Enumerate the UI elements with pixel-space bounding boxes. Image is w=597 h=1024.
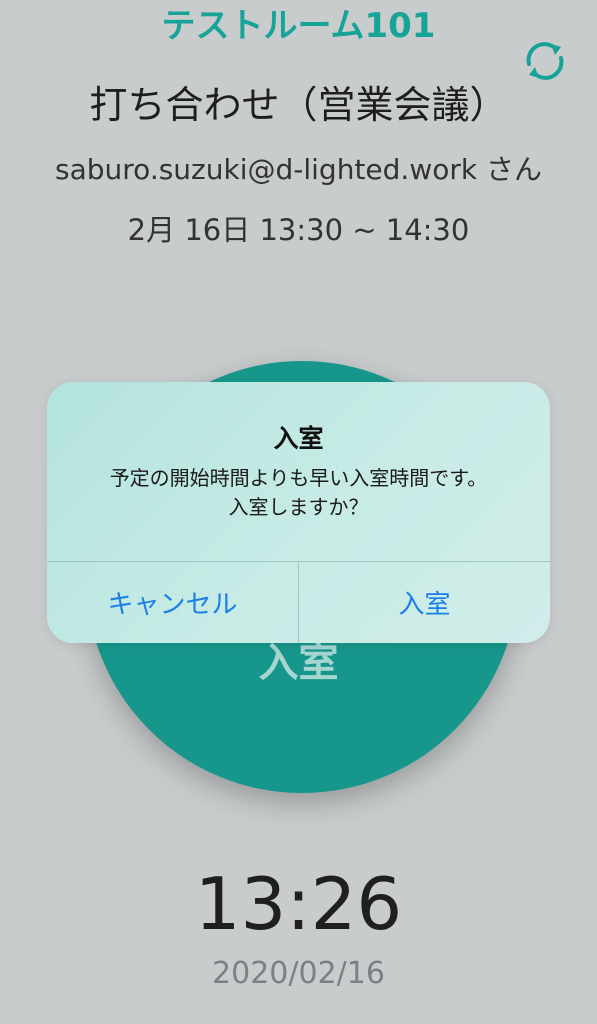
dialog-title: 入室: [273, 424, 324, 453]
confirm-enter-dialog: 入室 予定の開始時間よりも早い入室時間です。 入室しますか？ キャンセル 入室: [47, 382, 550, 643]
dialog-message-line1: 予定の開始時間よりも早い入室時間です。: [109, 466, 488, 490]
dialog-message: 予定の開始時間よりも早い入室時間です。 入室しますか？: [71, 464, 526, 522]
meeting-time-range: 2月 16日 13:30 ~ 14:30: [127, 213, 470, 247]
dialog-enter-button[interactable]: 入室: [299, 562, 550, 643]
user-email: saburo.suzuki@d-lighted.work さん: [55, 153, 542, 186]
dialog-message-line2: 入室しますか？: [228, 495, 369, 519]
current-date: 2020/02/16: [212, 956, 385, 991]
current-time: 13:26: [194, 862, 403, 946]
dialog-cancel-button[interactable]: キャンセル: [47, 562, 298, 643]
room-title: テストルーム101: [161, 6, 436, 46]
meeting-title: 打ち合わせ（営業会議）: [89, 83, 508, 127]
enter-room-button-label: 入室: [258, 640, 339, 686]
